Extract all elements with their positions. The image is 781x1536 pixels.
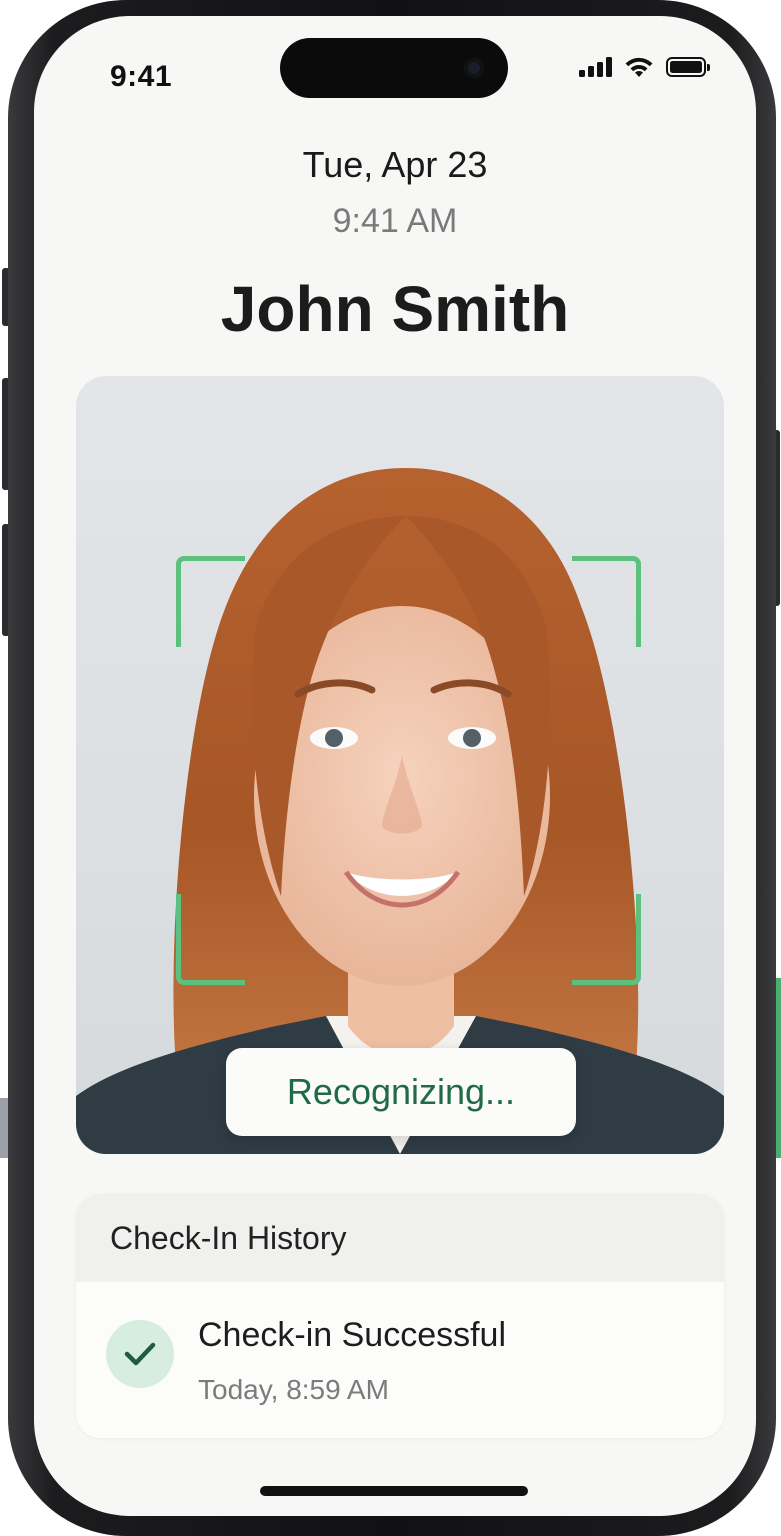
check-in-history-card: Check-In History Check-in Successful Tod… — [76, 1194, 724, 1438]
scan-frame-corner-bottom-left — [176, 894, 245, 985]
battery-full-icon — [666, 57, 710, 77]
face-portrait-image — [76, 468, 724, 1154]
front-camera-icon — [464, 58, 484, 78]
wifi-icon — [625, 57, 653, 77]
scan-frame-corner-top-left — [176, 556, 245, 647]
dynamic-island — [280, 38, 508, 98]
signal-bars-icon — [579, 57, 612, 77]
scan-frame-corner-top-right — [572, 556, 641, 647]
phone-frame: 9:41 Tue, Apr 23 9:41 AM John Smith Reco… — [8, 0, 776, 1536]
success-badge — [106, 1320, 174, 1388]
history-title: Check-In History — [76, 1194, 724, 1282]
current-date: Tue, Apr 23 — [302, 144, 488, 185]
recognition-status-label: Recognizing... — [226, 1048, 576, 1136]
status-bar-time: 9:41 — [110, 60, 173, 93]
history-entry-time: Today, 8:59 AM — [198, 1374, 389, 1405]
checkmark-icon — [124, 1342, 156, 1366]
user-name: John Smith — [220, 273, 570, 345]
camera-preview: Recognizing... — [76, 376, 724, 1154]
home-indicator[interactable] — [260, 1486, 528, 1496]
app-screen: 9:41 Tue, Apr 23 9:41 AM John Smith Reco… — [34, 16, 756, 1516]
history-entry-title: Check-in Successful — [198, 1316, 507, 1354]
current-time: 9:41 AM — [332, 202, 458, 240]
history-entry[interactable]: Check-in Successful Today, 8:59 AM — [76, 1282, 724, 1438]
status-bar-icons — [579, 56, 710, 78]
device-mockup: 9:41 Tue, Apr 23 9:41 AM John Smith Reco… — [0, 0, 781, 1536]
scan-frame-corner-bottom-right — [572, 894, 641, 985]
